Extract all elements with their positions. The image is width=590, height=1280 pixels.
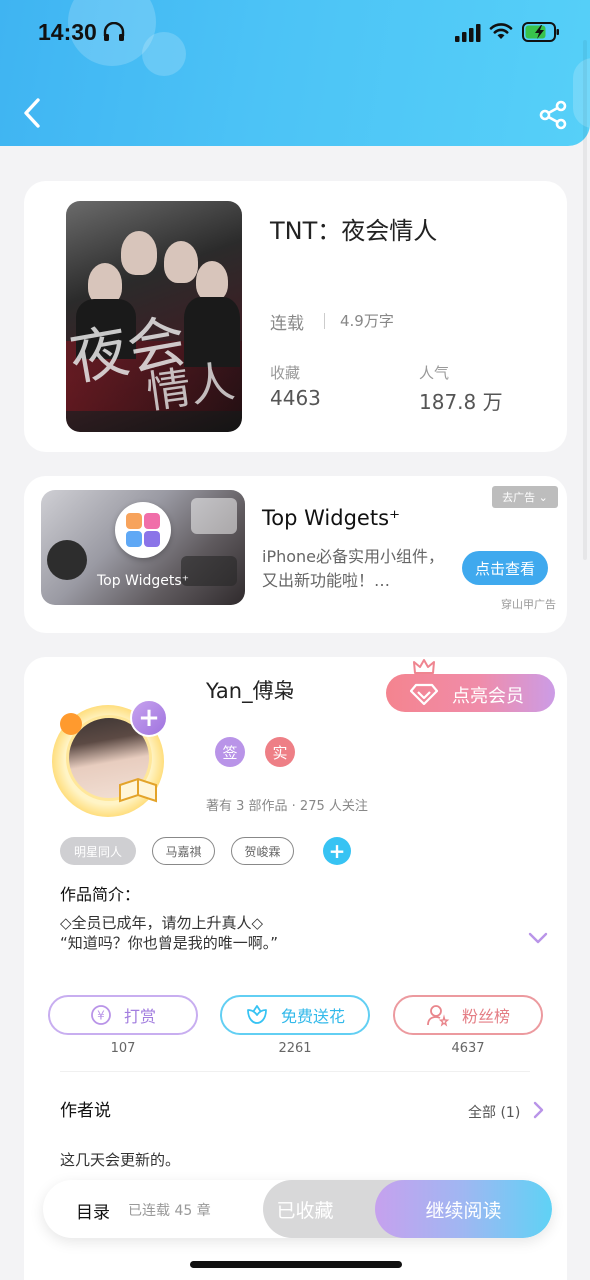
- top-header: 14:30: [0, 0, 590, 146]
- wifi-icon: [489, 23, 513, 39]
- reward-button[interactable]: ¥ 打赏: [48, 995, 198, 1035]
- view-all-link[interactable]: 全部 (1): [468, 1102, 520, 1122]
- fan-ranking-button[interactable]: 粉丝榜: [393, 995, 543, 1035]
- verified-badge: 实: [265, 737, 295, 767]
- intro-line: ◇全员已成年，请勿上升真人◇: [60, 914, 264, 932]
- status-time: 14:30: [38, 19, 97, 45]
- svg-text:¥: ¥: [97, 1009, 105, 1023]
- scrollbar[interactable]: [583, 40, 587, 560]
- popularity-label: 人气: [419, 364, 450, 382]
- home-indicator: [190, 1261, 402, 1268]
- author-name: Yan_傅枭: [206, 679, 295, 703]
- send-flower-button[interactable]: 免费送花: [220, 995, 370, 1035]
- follow-button[interactable]: +: [130, 699, 168, 737]
- divider: [324, 313, 325, 329]
- continue-reading-button[interactable]: 继续阅读: [375, 1180, 552, 1238]
- book-cover-image[interactable]: 夜会 情人: [66, 201, 242, 432]
- reward-label: 打赏: [123, 1007, 156, 1026]
- headphones-icon: [103, 22, 125, 41]
- intro-line: “知道吗？你也曾是我的唯一啊。”: [60, 934, 279, 952]
- ad-title: Top Widgets⁺: [262, 506, 401, 530]
- vip-membership-button[interactable]: 点亮会员: [386, 674, 555, 712]
- author-says-text: 这几天会更新的。: [60, 1151, 181, 1169]
- collected-label: 已收藏: [276, 1199, 334, 1222]
- top-widgets-app-icon: [115, 502, 171, 558]
- vip-button-label: 点亮会员: [452, 686, 524, 707]
- expand-chevron-icon[interactable]: [528, 931, 548, 945]
- cellular-signal-icon: [455, 24, 481, 42]
- book-info-card: 夜会 情人 TNT：夜会情人 连载 4.9万字 收藏 4463 人气 187.8…: [24, 181, 567, 452]
- chapter-count: 已连载 45 章: [128, 1203, 211, 1219]
- book-icon: [119, 777, 157, 803]
- share-button[interactable]: [538, 100, 568, 130]
- flower-count: 2261: [278, 1041, 312, 1056]
- ad-banner[interactable]: Top Widgets⁺ Top Widgets⁺ iPhone必备实用小组件，…: [24, 476, 567, 633]
- reward-count: 107: [110, 1041, 136, 1056]
- tag-chip[interactable]: 明星同人: [60, 837, 136, 865]
- collect-count: 4463: [270, 386, 321, 410]
- remove-ad-button[interactable]: 去广告 ⌄: [492, 486, 558, 508]
- battery-icon: [522, 22, 559, 42]
- table-of-contents-button[interactable]: 目录: [76, 1198, 110, 1223]
- sparkle-icon: [60, 713, 82, 735]
- bottom-action-bar: 目录 已连载 45 章 已收藏 继续阅读: [43, 1180, 552, 1238]
- back-button[interactable]: [20, 96, 46, 130]
- flower-icon: [245, 1004, 269, 1026]
- author-stats: 著有 3 部作品 · 275 人关注: [206, 799, 368, 814]
- tag-chip[interactable]: 马嘉祺: [152, 837, 215, 865]
- ad-image[interactable]: Top Widgets⁺: [41, 490, 245, 605]
- collect-label: 收藏: [270, 364, 301, 382]
- coin-icon: ¥: [90, 1004, 112, 1026]
- diamond-icon: [410, 683, 438, 705]
- popularity-count: 187.8 万: [419, 390, 503, 414]
- chevron-right-icon[interactable]: [532, 1101, 544, 1119]
- fan-user-icon: [426, 1003, 450, 1027]
- ad-image-label: Top Widgets⁺: [96, 573, 190, 589]
- add-tag-button[interactable]: +: [323, 837, 351, 865]
- ad-description: iPhone必备实用小组件，又出新功能啦！…: [262, 547, 445, 590]
- ad-source-label: 穿山甲广告: [501, 598, 556, 611]
- ad-view-button[interactable]: 点击查看: [462, 551, 548, 585]
- intro-heading: 作品简介：: [60, 885, 141, 904]
- book-title: TNT：夜会情人: [270, 217, 438, 245]
- send-flower-label: 免费送花: [280, 1007, 345, 1026]
- divider: [60, 1071, 530, 1072]
- fan-count: 4637: [451, 1041, 485, 1056]
- intro-text: ◇全员已成年，请勿上升真人◇ “知道吗？你也曾是我的唯一啊。”: [60, 913, 278, 953]
- author-says-heading: 作者说: [60, 1101, 111, 1121]
- signed-badge: 签: [215, 737, 245, 767]
- tag-chip[interactable]: 贺峻霖: [231, 837, 294, 865]
- word-count: 4.9万字: [340, 312, 394, 330]
- serial-status: 连载: [270, 314, 304, 334]
- fan-ranking-label: 粉丝榜: [461, 1007, 510, 1026]
